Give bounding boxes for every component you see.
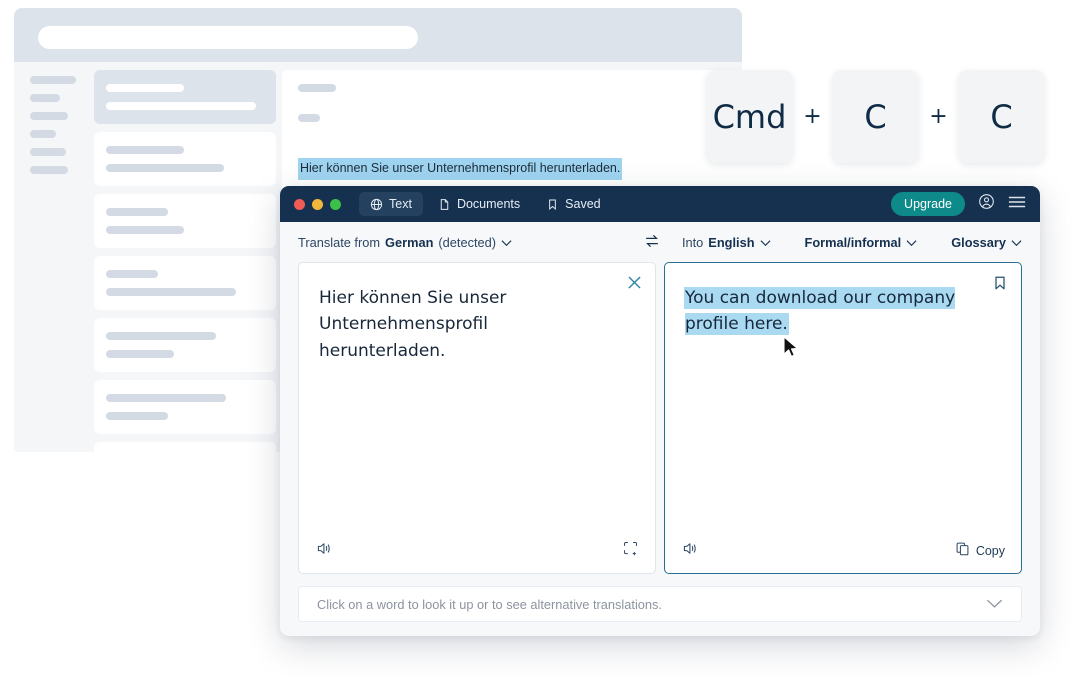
mockup-list-item[interactable] — [94, 70, 276, 124]
copy-icon — [955, 541, 970, 561]
source-text-panel[interactable]: Hier können Sie unser Unternehmensprofil… — [298, 262, 656, 574]
key-c-second: C — [958, 70, 1045, 163]
tab-saved[interactable]: Saved — [535, 192, 611, 216]
selected-source-sentence[interactable]: Hier können Sie unser Unternehmensprofil… — [298, 158, 623, 180]
key-c-first: C — [832, 70, 919, 163]
mockup-nav-item[interactable] — [30, 130, 56, 138]
source-language-value: German — [385, 234, 434, 250]
account-circle-icon[interactable] — [978, 193, 995, 215]
swap-arrows-icon — [644, 233, 660, 252]
mockup-list — [94, 70, 276, 452]
globe-icon — [370, 198, 383, 211]
language-toolbar: Translate from German (detected) Into En… — [280, 222, 1040, 262]
chevron-down-icon — [906, 235, 917, 250]
tab-text[interactable]: Text — [359, 192, 423, 216]
minimize-window-button[interactable] — [312, 198, 323, 210]
close-icon — [627, 276, 642, 294]
bookmark-icon — [992, 276, 1008, 295]
mockup-placeholder-line — [298, 114, 320, 122]
app-tabs: Text Documents Saved — [359, 192, 612, 216]
target-language-selector[interactable]: Into English — [682, 235, 771, 250]
source-panel-footer — [299, 529, 655, 573]
mockup-nav-item[interactable] — [30, 76, 76, 84]
app-titlebar: Text Documents Saved Upgrade — [280, 186, 1040, 222]
key-separator-plus: + — [929, 104, 948, 129]
mockup-placeholder-line — [298, 84, 336, 92]
mockup-sidebar-nav — [30, 76, 86, 184]
mockup-nav-item[interactable] — [30, 148, 66, 156]
titlebar-actions: Upgrade — [891, 192, 1026, 216]
source-language-selector[interactable]: Translate from German (detected) — [298, 235, 512, 250]
tab-saved-label: Saved — [565, 197, 601, 211]
save-translation-button[interactable] — [992, 275, 1008, 296]
maximize-window-button[interactable] — [330, 198, 341, 210]
key-cmd: Cmd — [706, 70, 793, 163]
tab-documents[interactable]: Documents — [427, 192, 531, 216]
formality-selector[interactable]: Formal/informal — [805, 235, 918, 250]
chevron-down-icon — [1011, 235, 1022, 250]
translation-panels: Hier können Sie unser Unternehmensprofil… — [280, 262, 1040, 574]
glossary-label: Glossary — [951, 234, 1006, 250]
key-separator-plus: + — [803, 104, 822, 129]
source-panel-footer-right — [622, 540, 639, 562]
tab-text-label: Text — [389, 197, 412, 211]
mockup-browser-topbar — [14, 8, 742, 62]
hamburger-menu-icon[interactable] — [1008, 195, 1026, 214]
source-language-detected-note: (detected) — [438, 234, 497, 250]
speaker-icon[interactable] — [681, 540, 698, 562]
chevron-down-icon — [760, 235, 771, 250]
mouse-cursor — [783, 336, 800, 365]
screenshot-root: Hier können Sie unser Unternehmensprofil… — [0, 0, 1072, 683]
mockup-nav-item[interactable] — [30, 166, 68, 174]
mockup-nav-item[interactable] — [30, 94, 60, 102]
tab-documents-label: Documents — [456, 197, 521, 211]
target-text-panel[interactable]: You can download our company profile her… — [664, 262, 1022, 574]
source-text[interactable]: Hier können Sie unser Unternehmensprofil… — [299, 263, 655, 529]
target-text[interactable]: You can download our company profile her… — [685, 288, 956, 335]
mockup-list-item[interactable] — [94, 318, 276, 372]
document-icon — [438, 198, 451, 211]
mockup-url-bar[interactable] — [38, 26, 418, 49]
bookmark-icon — [546, 198, 559, 211]
clear-source-button[interactable] — [627, 275, 642, 295]
keyboard-shortcut-group: Cmd + C + C — [706, 70, 1045, 163]
word-lookup-hintbar[interactable]: Click on a word to look it up or to see … — [298, 586, 1022, 622]
target-text-wrapper[interactable]: You can download our company profile her… — [665, 263, 1021, 529]
hint-text: Click on a word to look it up or to see … — [317, 596, 662, 612]
translate-from-label: Translate from — [298, 234, 381, 250]
translator-app-window: Text Documents Saved Upgrade Translate f… — [280, 186, 1040, 636]
select-area-icon[interactable] — [622, 540, 639, 562]
upgrade-button[interactable]: Upgrade — [891, 192, 965, 216]
copy-label: Copy — [975, 544, 1005, 558]
mockup-list-item[interactable] — [94, 442, 276, 452]
mockup-list-item[interactable] — [94, 194, 276, 248]
into-label: Into — [681, 234, 704, 250]
chevron-down-icon — [501, 235, 512, 250]
speaker-icon[interactable] — [315, 540, 332, 562]
mockup-list-item[interactable] — [94, 132, 276, 186]
glossary-selector[interactable]: Glossary — [951, 235, 1022, 250]
target-panel-footer: Copy — [665, 529, 1021, 573]
mockup-list-item[interactable] — [94, 380, 276, 434]
swap-languages-button[interactable] — [644, 233, 660, 252]
mockup-nav-item[interactable] — [30, 112, 68, 120]
language-toolbar-right: Into English Formal/informal Glossary — [682, 235, 1022, 250]
chevron-down-icon[interactable] — [986, 597, 1003, 612]
close-window-button[interactable] — [294, 198, 305, 210]
formality-label: Formal/informal — [804, 234, 902, 250]
window-traffic-lights — [294, 198, 341, 210]
target-language-value: English — [708, 234, 755, 250]
mockup-list-item[interactable] — [94, 256, 276, 310]
copy-button[interactable]: Copy — [955, 541, 1005, 561]
